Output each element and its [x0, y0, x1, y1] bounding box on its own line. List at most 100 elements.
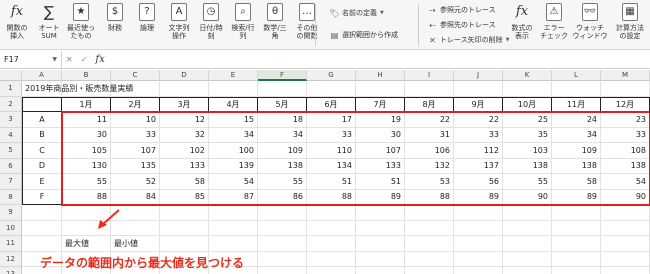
data-cell[interactable]: 109 — [258, 143, 307, 159]
data-cell[interactable]: 100 — [209, 143, 258, 159]
column-header-k[interactable]: K — [503, 70, 552, 81]
more-functions-button[interactable]: … その他 の関数 — [292, 2, 322, 40]
data-cell[interactable]: 133 — [160, 158, 209, 174]
lookup-button[interactable]: ⌕ 検索/行列 — [228, 2, 258, 40]
column-header-f[interactable]: F — [258, 70, 307, 81]
data-cell[interactable]: 33 — [111, 127, 160, 143]
data-cell[interactable]: 18 — [258, 112, 307, 128]
row-header-9[interactable]: 9 — [0, 205, 22, 221]
cell[interactable] — [454, 267, 503, 274]
column-header-c[interactable]: C — [111, 70, 160, 81]
cell[interactable] — [22, 205, 62, 221]
cell[interactable] — [503, 236, 552, 252]
math-button[interactable]: θ 数学/三角 — [260, 2, 290, 40]
data-cell[interactable]: 130 — [62, 158, 111, 174]
row-header-7[interactable]: 7 — [0, 174, 22, 190]
cell[interactable] — [601, 81, 650, 97]
column-header-b[interactable]: B — [62, 70, 111, 81]
insert-function-icon[interactable]: fx — [95, 54, 104, 65]
trace-precedents-button[interactable]: ⇢ 参照元のトレース — [428, 5, 496, 15]
data-cell[interactable]: 139 — [209, 158, 258, 174]
data-cell[interactable]: 90 — [503, 189, 552, 205]
cell[interactable] — [258, 267, 307, 274]
data-cell[interactable]: 88 — [307, 189, 356, 205]
cell[interactable] — [601, 205, 650, 221]
data-cell[interactable]: 90 — [601, 189, 650, 205]
trace-dependents-button[interactable]: ⇠ 参照先のトレース — [428, 20, 496, 30]
data-cell[interactable]: 107 — [356, 143, 405, 159]
data-cell[interactable]: 137 — [454, 158, 503, 174]
data-cell[interactable]: 138 — [258, 158, 307, 174]
column-header-g[interactable]: G — [307, 70, 356, 81]
cell[interactable] — [258, 251, 307, 267]
data-cell[interactable]: 56 — [454, 174, 503, 190]
data-cell[interactable]: 89 — [356, 189, 405, 205]
cell[interactable] — [62, 205, 111, 221]
cell[interactable] — [601, 267, 650, 274]
cell[interactable] — [307, 236, 356, 252]
row-header-10[interactable]: 10 — [0, 220, 22, 236]
cell[interactable] — [503, 251, 552, 267]
fx-button[interactable]: fx 関数の 挿入 — [2, 2, 32, 40]
cell[interactable] — [552, 251, 601, 267]
column-header-e[interactable]: E — [209, 70, 258, 81]
row-header-12[interactable]: 12 — [0, 251, 22, 267]
data-cell[interactable]: 89 — [552, 189, 601, 205]
data-cell[interactable]: 34 — [209, 127, 258, 143]
data-cell[interactable]: 19 — [356, 112, 405, 128]
cell[interactable] — [307, 220, 356, 236]
data-cell[interactable]: 23 — [601, 112, 650, 128]
name-box[interactable]: F17 ▼ — [0, 51, 62, 68]
data-cell[interactable]: 33 — [601, 127, 650, 143]
data-cell[interactable]: 34 — [258, 127, 307, 143]
data-cell[interactable]: 55 — [503, 174, 552, 190]
cell[interactable] — [307, 251, 356, 267]
data-cell[interactable]: 110 — [307, 143, 356, 159]
cell[interactable] — [258, 205, 307, 221]
column-header-l[interactable]: L — [552, 70, 601, 81]
sum-button[interactable]: ∑ オート SUM — [34, 2, 64, 41]
row-header-4[interactable]: 4 — [0, 127, 22, 143]
finance-button[interactable]: $ 財務 — [100, 2, 130, 32]
cell[interactable] — [22, 220, 62, 236]
data-cell[interactable]: 108 — [601, 143, 650, 159]
data-cell[interactable]: 138 — [601, 158, 650, 174]
create-from-selection-button[interactable]: ▤ 選択範囲から作成 — [330, 30, 398, 40]
cell[interactable] — [111, 220, 160, 236]
cell[interactable] — [258, 81, 307, 97]
data-cell[interactable]: 88 — [62, 189, 111, 205]
data-cell[interactable]: 10 — [111, 112, 160, 128]
data-cell[interactable]: 55 — [62, 174, 111, 190]
row-header-6[interactable]: 6 — [0, 158, 22, 174]
column-header-m[interactable]: M — [601, 70, 650, 81]
cell[interactable] — [454, 251, 503, 267]
data-cell[interactable]: 107 — [111, 143, 160, 159]
row-header-1[interactable]: 1 — [0, 81, 22, 97]
data-cell[interactable]: 17 — [307, 112, 356, 128]
data-cell[interactable]: 51 — [356, 174, 405, 190]
row-header-13[interactable]: 13 — [0, 267, 22, 274]
cell[interactable] — [601, 236, 650, 252]
data-cell[interactable]: 51 — [307, 174, 356, 190]
data-cell[interactable]: 105 — [62, 143, 111, 159]
cell[interactable] — [356, 81, 405, 97]
cell[interactable] — [503, 205, 552, 221]
data-cell[interactable]: 138 — [503, 158, 552, 174]
cell[interactable] — [405, 236, 454, 252]
data-cell[interactable]: 109 — [552, 143, 601, 159]
define-name-button[interactable]: 🏷 名前の定義 ▼ — [329, 8, 383, 18]
column-header-h[interactable]: H — [356, 70, 405, 81]
select-all-corner[interactable] — [0, 70, 22, 81]
data-cell[interactable]: 54 — [601, 174, 650, 190]
data-cell[interactable]: 33 — [307, 127, 356, 143]
data-cell[interactable]: 87 — [209, 189, 258, 205]
cell[interactable] — [503, 81, 552, 97]
data-cell[interactable]: 52 — [111, 174, 160, 190]
data-cell[interactable]: 15 — [209, 112, 258, 128]
column-header-j[interactable]: J — [454, 70, 503, 81]
cell[interactable] — [356, 220, 405, 236]
data-cell[interactable]: 135 — [111, 158, 160, 174]
data-cell[interactable]: 55 — [258, 174, 307, 190]
data-cell[interactable]: 53 — [405, 174, 454, 190]
watch-window-button[interactable]: 👓 ウォッチ ウィンドウ — [572, 2, 608, 40]
